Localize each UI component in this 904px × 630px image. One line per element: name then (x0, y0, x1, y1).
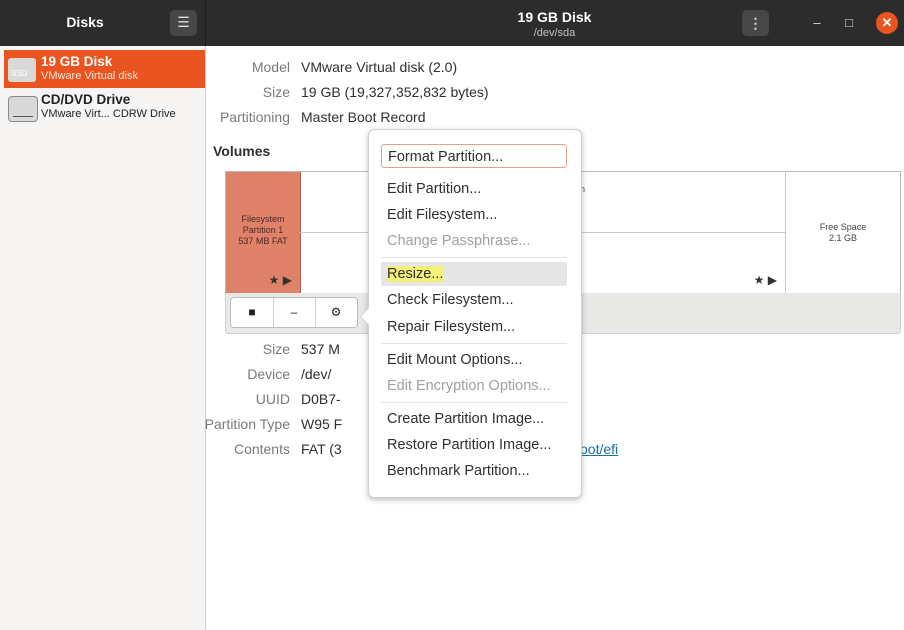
uuid-label: UUID (255, 391, 290, 407)
partition-1-kind: Filesystem (241, 214, 285, 224)
partition-options-button[interactable]: ⚙ (315, 298, 357, 327)
device-value: /dev/ (301, 366, 332, 382)
free-space-block[interactable]: Free Space 2.1 GB (786, 222, 900, 244)
partition-1-size: 537 MB FAT (238, 236, 288, 246)
model-label: Model (251, 59, 290, 75)
minus-icon: – (290, 305, 298, 319)
partition-size-label: Size (262, 341, 290, 357)
free-space-label: Free Space (819, 222, 867, 232)
size-label: Size (262, 84, 290, 100)
delete-partition-button[interactable]: – (273, 298, 316, 327)
partition-options-menu: Format Partition... Edit Partition... Ed… (359, 129, 582, 498)
menu-item-change-passphrase: Change Passphrase... (387, 233, 531, 249)
minimize-button[interactable]: – (806, 12, 828, 34)
partitioning-label: Partitioning (219, 109, 290, 125)
disk-menu-button[interactable]: ⋮ (742, 10, 769, 36)
menu-item-edit-encryption-options: Edit Encryption Options... (387, 378, 551, 394)
volumes-heading: Volumes (213, 143, 271, 159)
menu-item-format-partition[interactable]: Format Partition... (381, 144, 567, 168)
hamburger-menu-button[interactable]: ☰ (170, 10, 197, 36)
free-space-size: 2.1 GB (828, 233, 857, 243)
menu-item-edit-filesystem[interactable]: Edit Filesystem... (381, 203, 567, 227)
disk-subtitle: /dev/sda (533, 27, 576, 39)
menu-separator (381, 343, 567, 344)
sidebar-header: Disks ☰ (0, 0, 206, 46)
resize-ellipsis: ... (431, 266, 444, 282)
device-sidebar: SSD 19 GB Disk VMware Virtual disk CD/DV… (0, 46, 206, 630)
header-bar: Disks ☰ 19 GB Disk /dev/sda ⋮ – □ ✕ (0, 0, 904, 46)
uuid-value: D0B7- (301, 391, 341, 407)
stop-icon: ■ (248, 305, 256, 319)
size-value: 19 GB (19,327,352,832 bytes) (301, 84, 489, 100)
vertical-dots-icon: ⋮ (748, 15, 763, 31)
menu-item-benchmark-partition[interactable]: Benchmark Partition... (381, 459, 567, 483)
maximize-button[interactable]: □ (838, 12, 860, 34)
menu-item-restore-partition-image[interactable]: Restore Partition Image... (381, 433, 567, 457)
star-play-icon: ★ ▶ (268, 273, 292, 287)
hamburger-icon: ☰ (177, 14, 190, 30)
gear-icon: ⚙ (330, 305, 342, 319)
menu-item-edit-partition[interactable]: Edit Partition... (381, 177, 567, 201)
partition-type-value: W95 F (301, 416, 343, 432)
partition-type-label: Partition Type (204, 416, 290, 432)
menu-separator (381, 402, 567, 403)
menu-separator (381, 257, 567, 258)
device-label: Device (247, 366, 290, 382)
contents-value: FAT (3 (301, 441, 342, 457)
disk-title: 19 GB Disk (517, 9, 592, 25)
close-button[interactable]: ✕ (876, 12, 898, 34)
app-title: Disks (66, 14, 104, 30)
resize-label: Resize (387, 266, 432, 282)
partition-1-text: Filesystem Partition 1 537 MB FAT (226, 214, 300, 247)
menu-item-create-partition-image[interactable]: Create Partition Image... (381, 407, 567, 431)
unmount-button[interactable]: ■ (231, 298, 274, 327)
menu-item-resize[interactable]: Resize... (381, 262, 567, 286)
star-play-icon: ★ ▶ (753, 273, 777, 287)
model-value: VMware Virtual disk (2.0) (301, 59, 458, 75)
partition-size-value: 537 M (301, 341, 340, 357)
menu-item-check-filesystem[interactable]: Check Filesystem... (381, 288, 567, 312)
contents-label: Contents (233, 441, 290, 457)
menu-item-repair-filesystem[interactable]: Repair Filesystem... (381, 315, 567, 339)
menu-item-edit-mount-options[interactable]: Edit Mount Options... (381, 348, 567, 372)
volume-button-group: ■ – ⚙ (230, 297, 358, 328)
partitioning-value: Master Boot Record (301, 109, 426, 125)
partition-1-name: Partition 1 (242, 225, 284, 235)
mount-point-link[interactable]: oot/efi (580, 441, 618, 457)
partition-1-block[interactable]: Filesystem Partition 1 537 MB FAT ★ ▶ (226, 172, 301, 293)
